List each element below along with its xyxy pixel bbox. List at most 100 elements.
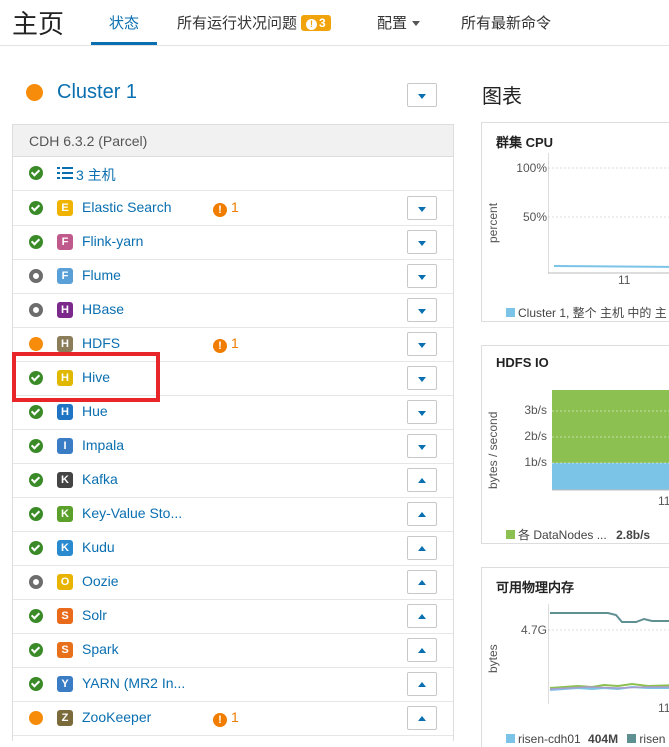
physical-memory-legend: risen-cdh01 404M risen [506,732,665,746]
elastic-search-actions-button[interactable] [407,196,437,220]
chevron-down-icon [418,309,426,314]
row-divider [13,667,453,668]
chevron-up-icon [418,682,426,687]
zookeeper-actions-button[interactable] [407,706,437,730]
hdfs-io-tick: 2b/s [524,429,547,443]
cluster-cpu-ylabel: percent [486,202,500,243]
chevron-down-icon [418,241,426,246]
flume-link[interactable]: Flume [82,267,121,283]
hdfs-io-chart[interactable]: HDFS IO bytes / second 3b/s 2b/s 1b/s 11… [481,345,669,544]
tab-configuration[interactable]: 配置 [377,12,421,33]
key-value-sto-actions-button[interactable] [407,502,437,526]
cluster-name-link[interactable]: Cluster 1 [57,81,137,104]
flink-yarn-actions-button[interactable] [407,230,437,254]
chevron-up-icon [418,648,426,653]
impala-actions-button[interactable] [407,434,437,458]
physical-memory-chart[interactable]: 可用物理内存 bytes 4.7G 11 risen-cdh01 404M ri… [481,567,669,747]
row-divider [13,190,453,191]
hue-status-icon [29,405,43,419]
hosts-link[interactable]: 3 主机 [76,165,116,185]
physical-memory-ylabel: bytes [486,644,500,673]
chevron-down-icon [418,343,426,348]
kafka-link[interactable]: Kafka [82,471,118,487]
oozie-icon: O [57,574,73,590]
tab-status[interactable]: 状态 [109,12,139,33]
yarn-icon: Y [57,676,73,692]
chevron-down-icon [418,445,426,450]
tab-recent-commands[interactable]: 所有最新命令 [461,12,551,33]
physical-memory-legend-value: 404M [588,732,619,746]
oozie-actions-button[interactable] [407,570,437,594]
tab-health-issues[interactable]: 所有运行状况问题! 3 [177,12,331,33]
hdfs-io-legend-value: 2.8b/s [616,528,651,542]
cluster-actions-button[interactable] [407,83,437,107]
hue-actions-button[interactable] [407,400,437,424]
chevron-up-icon [418,614,426,619]
cdh-version-label: CDH 6.3.2 (Parcel) [29,133,148,149]
exclamation-icon: ! [213,203,227,217]
flink-yarn-link[interactable]: Flink-yarn [82,233,143,249]
hdfs-alert-number: 1 [231,335,239,351]
kafka-actions-button[interactable] [407,468,437,492]
chevron-down-icon [418,275,426,280]
kudu-actions-button[interactable] [407,536,437,560]
spark-actions-button[interactable] [407,638,437,662]
exclamation-icon: ! [306,19,318,30]
hbase-icon: H [57,302,73,318]
kudu-link[interactable]: Kudu [82,539,115,555]
zookeeper-alert-count[interactable]: ! 1 [213,709,239,727]
kafka-status-icon [29,473,43,487]
row-divider [13,735,453,736]
hive-highlight-box [12,352,160,402]
oozie-link[interactable]: Oozie [82,573,119,589]
exclamation-icon: ! [213,339,227,353]
impala-link[interactable]: Impala [82,437,124,453]
solr-actions-button[interactable] [407,604,437,628]
flume-actions-button[interactable] [407,264,437,288]
hdfs-alert-count[interactable]: ! 1 [213,335,239,353]
flume-status-icon [29,269,43,283]
hdfs-link[interactable]: HDFS [82,335,120,351]
hbase-status-icon [29,303,43,317]
hue-link[interactable]: Hue [82,403,108,419]
cdh-version-header: CDH 6.3.2 (Parcel) [12,124,454,157]
yarn-mr2-in-actions-button[interactable] [407,672,437,696]
hdfs-io-title: HDFS IO [496,355,549,370]
row-divider [13,565,453,566]
physical-memory-plot [548,604,669,704]
chevron-up-icon [418,580,426,585]
physical-memory-tick: 4.7G [520,623,547,637]
zookeeper-icon: Z [57,710,73,726]
hdfs-actions-button[interactable] [407,332,437,356]
elastic-search-alert-count[interactable]: ! 1 [213,199,239,217]
chevron-up-icon [418,478,426,483]
chevron-down-icon [418,377,426,382]
solr-icon: S [57,608,73,624]
tab-configuration-label: 配置 [377,15,408,32]
health-issues-badge: ! 3 [301,15,331,31]
flink-yarn-status-icon [29,235,43,249]
elastic-search-link[interactable]: Elastic Search [82,199,171,215]
physical-memory-xtick: 11 [658,701,669,715]
chevron-down-icon [412,21,421,26]
row-divider [13,463,453,464]
cluster-cpu-plot [548,153,669,274]
zookeeper-link[interactable]: ZooKeeper [82,709,151,725]
spark-icon: S [57,642,73,658]
cluster-cpu-chart[interactable]: 群集 CPU percent 100% 50% 11 Cluster 1, 整个… [481,122,669,322]
yarn-mr2-in-status-icon [29,677,43,691]
hdfs-status-icon [29,337,43,351]
physical-memory-legend-label: risen-cdh01 [518,732,581,746]
hbase-actions-button[interactable] [407,298,437,322]
cluster-cpu-tick: 100% [516,161,547,175]
key-value-sto-link[interactable]: Key-Value Sto... [82,505,182,521]
cluster-status-dot [26,84,43,101]
solr-link[interactable]: Solr [82,607,107,623]
chevron-down-icon [418,411,426,416]
hive-actions-button[interactable] [407,366,437,390]
hbase-link[interactable]: HBase [82,301,124,317]
spark-link[interactable]: Spark [82,641,119,657]
spark-status-icon [29,643,43,657]
hosts-status-icon [29,166,43,180]
yarn-mr2-in-link[interactable]: YARN (MR2 In... [82,675,185,691]
